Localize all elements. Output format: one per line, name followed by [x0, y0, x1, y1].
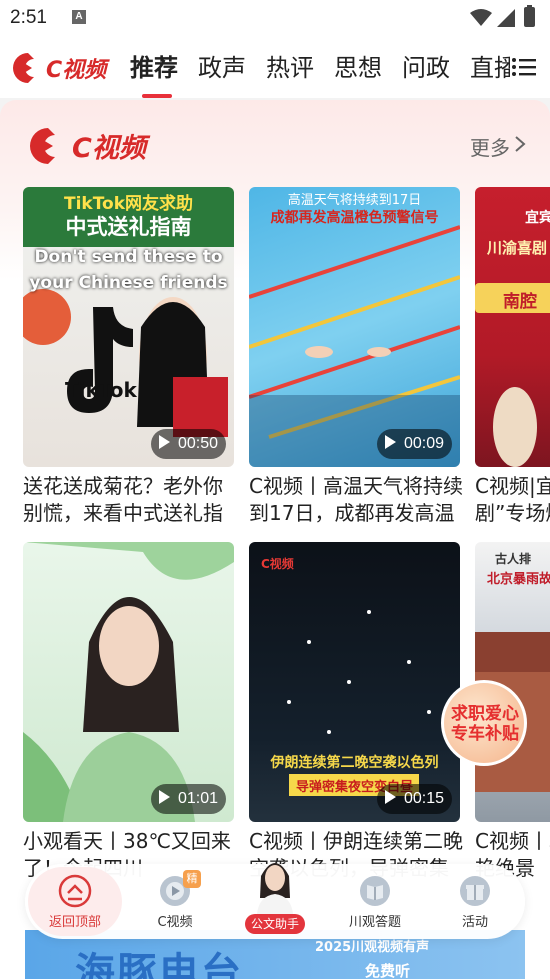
tab-quiz[interactable]: 川观答题 — [325, 864, 425, 939]
status-bar: 2:51 A — [0, 0, 550, 36]
duration-badge: 01:01 — [150, 784, 226, 814]
tab-ai-assistant[interactable]: 公文助手 — [225, 863, 325, 939]
video-thumbnail[interactable]: 宜宾 川渝喜剧 南腔 — [475, 187, 550, 467]
tab-recommend[interactable]: 推荐 — [120, 48, 188, 83]
signal-icon — [497, 9, 515, 27]
tab-label: C视频 — [157, 915, 193, 930]
play-icon — [384, 435, 396, 450]
tab-wenzheng[interactable]: 问政 — [392, 48, 460, 83]
status-time: 2:51 — [10, 7, 47, 28]
thumb-caption: 高温天气将持续到17日 — [287, 193, 422, 208]
svg-text:TikTok: TikTok — [65, 378, 138, 402]
book-icon — [360, 876, 390, 906]
thumb-caption: 南腔 — [503, 292, 537, 312]
video-section-card: C视频 更多 TikTok TikTok网友求助 中式送礼指南 Don't se… — [0, 100, 550, 980]
thumb-caption: 宜宾 — [525, 210, 550, 226]
duration-badge: 00:50 — [150, 429, 226, 459]
section-brand-text: C视频 — [72, 133, 151, 164]
thumbnail-art — [249, 225, 460, 467]
top-navigation: C视频 推荐 政声 热评 思想 问政 直播 — [0, 36, 550, 98]
video-title[interactable]: 送花送成菊花？老外你别慌，来看中式送礼指南 — [23, 473, 237, 527]
tab-label: 返回顶部 — [48, 915, 101, 930]
tab-label: 川观答题 — [348, 915, 401, 930]
svg-text:C视频: C视频 — [261, 556, 294, 571]
featured-badge: 精 — [183, 870, 201, 888]
thumb-caption: 古人排 — [495, 552, 532, 566]
gift-icon — [460, 876, 490, 906]
tab-zhengsheng[interactable]: 政声 — [188, 48, 256, 83]
thumb-caption: your Chinese friends — [29, 273, 228, 293]
thumbnail-art — [475, 283, 550, 467]
tab-label: 活动 — [461, 915, 488, 930]
thumb-caption: 成都再发高温橙色预警信号 — [270, 210, 439, 226]
thumb-caption: 伊朗连续第二晚空袭以色列 — [270, 755, 439, 771]
video-thumbnail[interactable]: TikTok TikTok网友求助 中式送礼指南 Don't send thes… — [23, 187, 234, 467]
tab-c-video[interactable]: 精 C视频 — [125, 864, 225, 939]
battery-icon — [524, 5, 535, 27]
banner-tag: 免费听 — [365, 962, 411, 979]
c-video-logo[interactable]: C视频 — [8, 50, 114, 86]
nav-tabs: 推荐 政声 热评 思想 问政 直播 — [120, 48, 510, 92]
menu-icon[interactable] — [512, 57, 536, 77]
wifi-icon — [470, 9, 492, 26]
thumb-caption: 川渝喜剧 — [487, 239, 548, 257]
bottom-tab-bar: 返回顶部 精 C视频 公文助手 川观答题 活动 — [25, 863, 525, 939]
thumbnail-art — [23, 542, 234, 822]
video-thumbnail[interactable]: 高温天气将持续到17日 成都再发高温橙色预警信号 00:09 — [249, 187, 460, 467]
play-icon — [158, 790, 170, 805]
tab-activity[interactable]: 活动 — [425, 864, 525, 939]
duration-badge: 00:15 — [376, 784, 452, 814]
back-to-top-icon — [58, 874, 92, 908]
section-c-video-logo: C视频 — [30, 128, 151, 164]
tab-sixiang[interactable]: 思想 — [324, 48, 392, 83]
tab-back-to-top[interactable]: 返回顶部 — [25, 864, 125, 939]
play-icon — [384, 790, 396, 805]
duration-badge: 00:09 — [376, 429, 452, 459]
video-title[interactable]: C视频丨高温天气将持续到17日，成都再发高温橙色预警信号 — [249, 473, 463, 527]
tab-label: 公文助手 — [245, 914, 305, 934]
nav-brand-text: C视频 — [46, 58, 110, 83]
floating-promo-text[interactable]: 求职爱心专车补贴 — [447, 704, 523, 744]
tab-reping[interactable]: 热评 — [256, 48, 324, 83]
thumb-caption: 中式送礼指南 — [65, 215, 192, 239]
ai-assistant-avatar — [257, 863, 293, 914]
notification-icon: A — [72, 10, 86, 24]
video-title[interactable]: C视频|宜宾“川渝喜剧”专场爆笑 — [475, 473, 550, 527]
video-thumbnail[interactable]: C视频 伊朗连续第二晚空袭以色列 导弹密集夜空变白昼 00:15 — [249, 542, 460, 822]
thumb-caption: Don't send these to — [34, 247, 223, 267]
chevron-right-icon — [515, 136, 526, 152]
video-thumbnail[interactable]: 01:01 — [23, 542, 234, 822]
thumb-caption: 北京暴雨故 — [487, 572, 550, 587]
tab-live[interactable]: 直播 — [460, 48, 510, 83]
more-link[interactable]: 更多 — [470, 132, 510, 161]
play-icon — [158, 435, 170, 450]
active-tab-indicator — [142, 94, 172, 98]
banner-title: 海豚电台 — [75, 950, 243, 979]
